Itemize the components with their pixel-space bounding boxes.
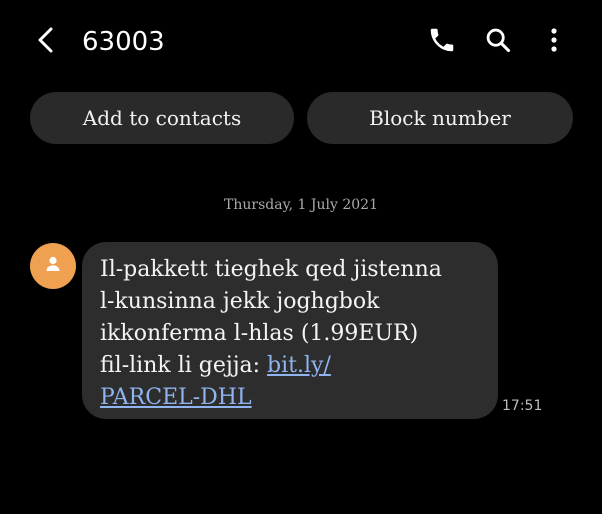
message-line: PARCEL-DHL (100, 382, 480, 414)
block-number-button[interactable]: Block number (307, 92, 573, 144)
person-icon (43, 254, 63, 278)
avatar[interactable] (30, 243, 76, 289)
call-button[interactable] (422, 22, 462, 62)
top-app-bar: 63003 (0, 0, 602, 84)
more-vert-icon (549, 26, 559, 58)
search-button[interactable] (478, 22, 518, 62)
message-line-with-link: fil-link li gejja: bit.ly/ (100, 350, 480, 382)
message-link[interactable]: bit.ly/ (267, 353, 331, 378)
add-to-contacts-button[interactable]: Add to contacts (30, 92, 294, 144)
message-line: ikkonferma l-hlas (1.99EUR) (100, 321, 419, 346)
conversation-title: 63003 (82, 27, 165, 57)
message-timestamp: 17:51 (502, 398, 543, 414)
message-line: l-kunsinna jekk joghgbok (100, 289, 380, 314)
more-options-button[interactable] (534, 22, 574, 62)
search-icon (484, 26, 512, 58)
message-text: Il-pakkett tieghek qed jistenna l-kunsin… (100, 254, 480, 414)
chevron-left-icon (35, 25, 57, 59)
message-bubble[interactable]: Il-pakkett tieghek qed jistenna l-kunsin… (82, 242, 498, 419)
back-button[interactable] (28, 22, 64, 62)
phone-icon (427, 25, 457, 59)
date-separator: Thursday, 1 July 2021 (224, 197, 378, 213)
message-line: Il-pakkett tieghek qed jistenna (100, 257, 442, 282)
message-line-prefix: fil-link li gejja: (100, 353, 268, 378)
message-link-continued[interactable]: PARCEL-DHL (100, 385, 252, 410)
